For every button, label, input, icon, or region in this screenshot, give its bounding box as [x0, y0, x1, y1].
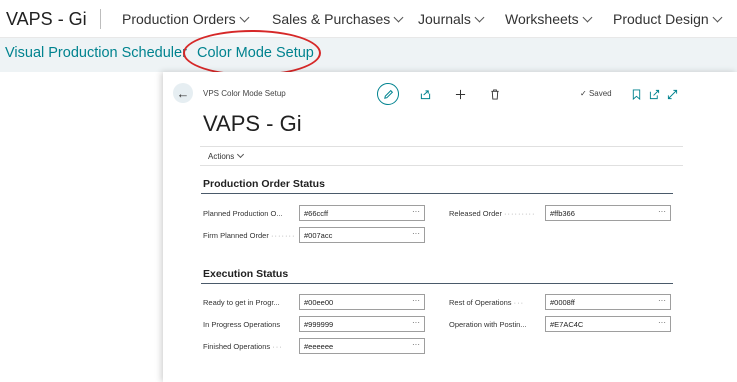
- saved-status: ✓ Saved: [580, 89, 612, 98]
- field-label-firm-planned-order: Firm Planned Order ·······: [203, 231, 299, 240]
- ellipsis-icon[interactable]: ···: [658, 318, 666, 327]
- field-firm-planned-order[interactable]: #007acc ···: [299, 227, 425, 243]
- label-text: Operation with Postin...: [449, 320, 527, 329]
- section-divider: [201, 193, 673, 194]
- ellipsis-icon[interactable]: ···: [658, 296, 666, 305]
- section-divider: [201, 283, 673, 284]
- action-link-bar: Visual Production Scheduler Color Mode S…: [0, 38, 737, 72]
- field-ready-to-get-in-progress[interactable]: #00ee00 ···: [299, 294, 425, 310]
- label-text: Firm Planned Order: [203, 231, 269, 240]
- highlight-circle: [183, 30, 321, 76]
- top-bar: VAPS - Gi Production Orders Sales & Purc…: [0, 0, 737, 38]
- ellipsis-icon[interactable]: ···: [412, 318, 420, 327]
- label-leader: ···: [513, 298, 525, 307]
- ellipsis-icon[interactable]: ···: [412, 229, 420, 238]
- chevron-down-icon: [582, 12, 593, 23]
- chevron-down-icon: [474, 12, 485, 23]
- label-text: Released Order: [449, 209, 502, 218]
- label-text: Rest of Operations: [449, 298, 512, 307]
- plus-icon[interactable]: [453, 87, 467, 101]
- label-leader: ···: [272, 342, 283, 351]
- field-label-ready-to-get-in-progress: Ready to get in Progr...: [203, 298, 299, 307]
- page-title: VAPS - Gi: [203, 111, 302, 136]
- field-label-finished-operations: Finished Operations ···: [203, 342, 299, 351]
- field-value: #E7AC4C: [550, 320, 584, 329]
- nav-label: Production Orders: [122, 11, 236, 27]
- nav-sales-purchases[interactable]: Sales & Purchases: [272, 11, 404, 27]
- chevron-down-icon: [237, 150, 245, 159]
- field-finished-operations[interactable]: #eeeeee ···: [299, 338, 425, 354]
- nav-journals[interactable]: Journals: [418, 11, 485, 27]
- ellipsis-icon[interactable]: ···: [658, 207, 666, 216]
- field-rest-of-operations[interactable]: #0008ff ···: [545, 294, 671, 310]
- chevron-down-icon: [393, 12, 404, 23]
- actions-label: Actions: [208, 152, 235, 161]
- label-text: Finished Operations: [203, 342, 271, 351]
- field-label-rest-of-operations: Rest of Operations ···: [449, 298, 545, 307]
- nav-production-orders[interactable]: Production Orders: [122, 11, 250, 27]
- back-arrow-icon[interactable]: ←: [173, 83, 193, 103]
- label-text: In Progress Operations: [203, 320, 281, 329]
- field-value: #999999: [304, 320, 334, 329]
- share-icon[interactable]: [418, 87, 432, 101]
- label-leader: ·······: [270, 231, 296, 240]
- label-text: Planned Production O...: [203, 209, 283, 218]
- field-label-planned-production-order: Planned Production O...: [203, 209, 299, 218]
- company-name[interactable]: VAPS - Gi: [6, 9, 87, 30]
- nav-label: Worksheets: [505, 11, 579, 27]
- field-value: #0008ff: [550, 298, 575, 307]
- nav-worksheets[interactable]: Worksheets: [505, 11, 593, 27]
- nav-label: Sales & Purchases: [272, 11, 391, 27]
- label-leader: ·········: [504, 209, 536, 218]
- divider: [100, 9, 101, 29]
- label-text: Ready to get in Progr...: [203, 298, 280, 307]
- edit-icon[interactable]: [377, 83, 399, 105]
- field-released-order[interactable]: #ffb366 ···: [545, 205, 671, 221]
- nav-label: Journals: [418, 11, 471, 27]
- field-value: #ffb366: [550, 209, 575, 218]
- field-operation-with-posting[interactable]: #E7AC4C ···: [545, 316, 671, 332]
- field-value: #eeeeee: [304, 342, 334, 351]
- bookmark-icon[interactable]: [630, 87, 642, 101]
- color-mode-setup-card: ← VPS Color Mode Setup ✓ Saved VAPS - Gi…: [163, 72, 737, 382]
- delete-icon[interactable]: [488, 87, 502, 101]
- breadcrumb: VPS Color Mode Setup: [203, 89, 286, 98]
- actions-menu[interactable]: Actions: [208, 150, 245, 161]
- field-label-operation-with-posting: Operation with Postin...: [449, 320, 545, 329]
- field-value: #00ee00: [304, 298, 334, 307]
- link-visual-production-scheduler[interactable]: Visual Production Scheduler: [5, 45, 187, 61]
- check-icon: ✓: [580, 89, 587, 98]
- section-title-production-order-status[interactable]: Production Order Status: [203, 178, 325, 190]
- ellipsis-icon[interactable]: ···: [412, 296, 420, 305]
- field-planned-production-order[interactable]: #66ccff ···: [299, 205, 425, 221]
- ellipsis-icon[interactable]: ···: [412, 340, 420, 349]
- open-new-window-icon[interactable]: [647, 87, 661, 101]
- field-label-released-order: Released Order ·········: [449, 209, 545, 218]
- field-value: #007acc: [304, 231, 333, 240]
- chevron-down-icon: [239, 12, 250, 23]
- section-title-execution-status[interactable]: Execution Status: [203, 268, 288, 280]
- field-label-in-progress-operations: In Progress Operations: [203, 320, 299, 329]
- nav-label: Product Design: [613, 11, 709, 27]
- chevron-down-icon: [712, 12, 723, 23]
- expand-icon[interactable]: [665, 87, 679, 101]
- ellipsis-icon[interactable]: ···: [412, 207, 420, 216]
- field-value: #66ccff: [304, 209, 329, 218]
- field-in-progress-operations[interactable]: #999999 ···: [299, 316, 425, 332]
- nav-product-design[interactable]: Product Design: [613, 11, 723, 27]
- actions-bar: Actions: [200, 146, 683, 166]
- saved-label: Saved: [588, 89, 612, 98]
